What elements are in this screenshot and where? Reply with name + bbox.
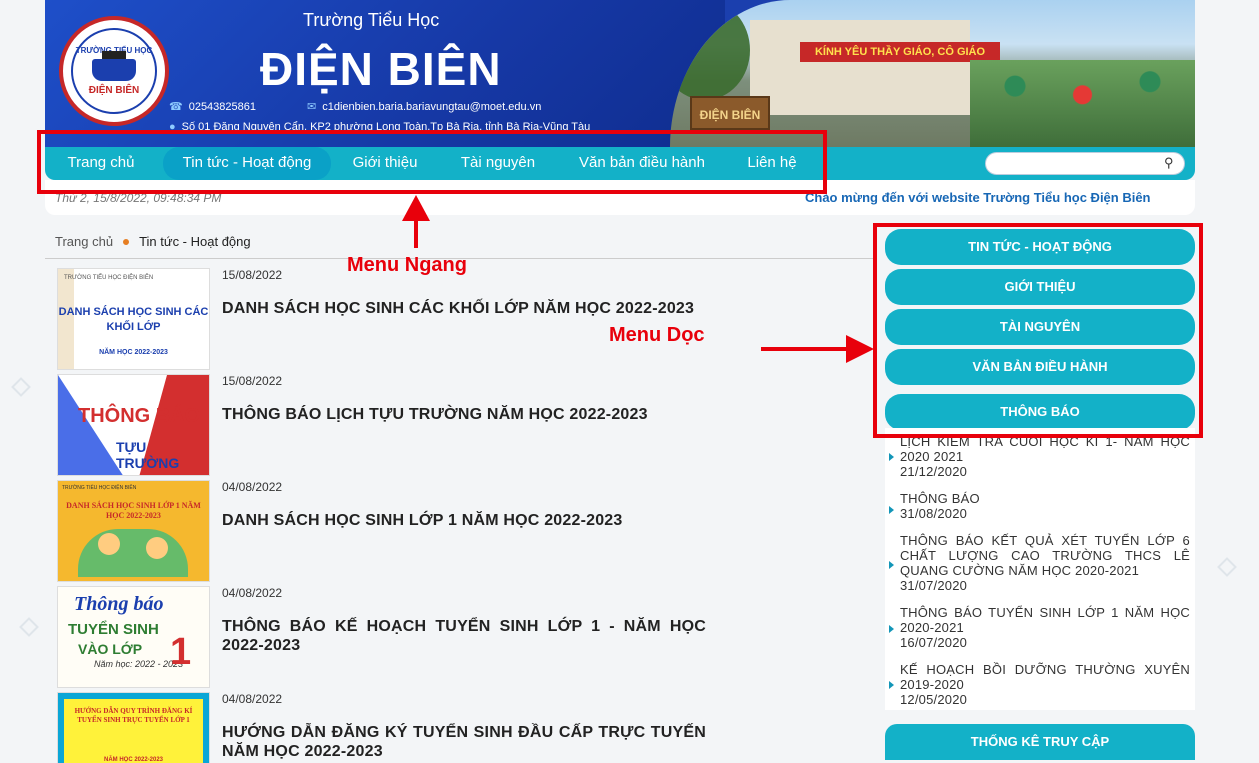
news-item[interactable]: HƯỚNG DẪN QUY TRÌNH ĐĂNG KÍ TUYỂN SINH T… bbox=[45, 688, 875, 763]
breadcrumb-current: Tin tức - Hoạt động bbox=[139, 234, 251, 249]
email-contact: ✉ c1dienbien.baria.bariavungtau@moet.edu… bbox=[307, 100, 542, 114]
search-input[interactable]: ⚲ bbox=[985, 152, 1185, 175]
site-header: KÍNH YÊU THẦY GIÁO, CÔ GIÁO ĐIỆN BIÊN TR… bbox=[45, 0, 1195, 147]
bg-decoration bbox=[1217, 557, 1237, 577]
news-thumbnail[interactable]: THÔNG BÁO TỰU TRƯỜNG bbox=[57, 374, 210, 476]
school-subtitle: Trường Tiểu Học bbox=[303, 10, 440, 30]
book-icon bbox=[92, 51, 136, 81]
notice-title[interactable]: THÔNG BÁO bbox=[900, 491, 980, 506]
phone-contact: ☎ 02543825861 bbox=[169, 100, 256, 114]
notice-item[interactable]: THÔNG BÁO TUYỂN SINH LỚP 1 NĂM HỌC 2020-… bbox=[900, 605, 1190, 650]
notice-item[interactable]: THÔNG BÁO 31/08/2020 bbox=[900, 491, 1190, 521]
thumbnail-year-text: NĂM HỌC 2022-2023 bbox=[103, 757, 164, 763]
email-icon: ✉ bbox=[307, 101, 317, 113]
arrow-right-icon bbox=[761, 347, 851, 351]
arrow-up-icon bbox=[414, 218, 418, 248]
news-title-link[interactable]: THÔNG BÁO LỊCH TỰU TRƯỜNG NĂM HỌC 2022-2… bbox=[222, 405, 706, 424]
photo-sign-text: ĐIỆN BIÊN bbox=[690, 96, 770, 130]
photo-building bbox=[750, 20, 970, 115]
bg-decoration bbox=[11, 377, 31, 397]
news-title-link[interactable]: DANH SÁCH HỌC SINH LỚP 1 NĂM HỌC 2022-20… bbox=[222, 511, 706, 530]
breadcrumb-home-link[interactable]: Trang chủ bbox=[55, 234, 113, 249]
thumbnail-illustration bbox=[146, 537, 168, 559]
annotation-menu-ngang: Menu Ngang bbox=[347, 254, 467, 276]
news-item[interactable]: TRƯỜNG TIỂU HỌC ĐIỆN BIÊN DANH SÁCH HỌC … bbox=[45, 264, 875, 370]
school-logo[interactable]: TRƯỜNG TIỂU HỌC ĐIỆN BIÊN bbox=[59, 16, 169, 126]
notice-item[interactable]: KẾ HOẠCH BỒI DƯỠNG THƯỜNG XUYÊN 2019-202… bbox=[900, 662, 1190, 707]
school-name: ĐIỆN BIÊN bbox=[260, 43, 502, 95]
logo-emblem: TRƯỜNG TIỂU HỌC ĐIỆN BIÊN bbox=[71, 28, 157, 114]
thumbnail-main-text: DANH SÁCH HỌC SINH CÁC KHỐI LỚP bbox=[58, 306, 209, 333]
notice-title[interactable]: LỊCH KIỂM TRA CUỐI HỌC KÌ 1- NĂM HỌC 202… bbox=[900, 434, 1190, 464]
logo-bottom-text: ĐIỆN BIÊN bbox=[88, 85, 140, 96]
bullet-arrow-icon bbox=[889, 561, 894, 569]
thumbnail-main-text: Thông báo bbox=[74, 593, 164, 615]
news-date: 04/08/2022 bbox=[222, 480, 283, 494]
stats-panel-header: THỐNG KÊ TRUY CẬP bbox=[885, 724, 1195, 760]
notice-date: 31/08/2020 bbox=[900, 506, 968, 521]
thumbnail-illustration bbox=[78, 529, 188, 577]
bullet-arrow-icon bbox=[889, 453, 894, 461]
thumbnail-illustration bbox=[98, 533, 120, 555]
thumbnail-main-text: HƯỚNG DẪN QUY TRÌNH ĐĂNG KÍ TUYỂN SINH T… bbox=[74, 707, 193, 724]
notice-item[interactable]: LỊCH KIỂM TRA CUỐI HỌC KÌ 1- NĂM HỌC 202… bbox=[900, 434, 1190, 479]
news-date: 04/08/2022 bbox=[222, 692, 283, 706]
phone-icon: ☎ bbox=[169, 101, 183, 113]
notice-title[interactable]: THÔNG BÁO KẾT QUẢ XÉT TUYỂN LỚP 6 CHẤT L… bbox=[900, 533, 1190, 578]
thumbnail-main-text: DANH SÁCH HỌC SINH LỚP 1 NĂM HỌC 2022-20… bbox=[66, 501, 201, 520]
thumbnail-sub-text: TUYỂN SINH bbox=[68, 621, 159, 638]
notice-date: 21/12/2020 bbox=[900, 464, 968, 479]
bullet-arrow-icon bbox=[889, 681, 894, 689]
news-item[interactable]: THÔNG BÁO TỰU TRƯỜNG 15/08/2022 THÔNG BÁ… bbox=[45, 370, 875, 476]
news-title-link[interactable]: THÔNG BÁO KẾ HOẠCH TUYỂN SINH LỚP 1 - NĂ… bbox=[222, 617, 706, 655]
news-item[interactable]: Thông báo TUYỂN SINH VÀO LỚP Năm học: 20… bbox=[45, 582, 875, 688]
thumbnail-main-text: THÔNG BÁO bbox=[78, 405, 201, 427]
thumbnail-small-text: TRƯỜNG TIỂU HỌC ĐIỆN BIÊN bbox=[62, 485, 137, 491]
photo-crowd bbox=[970, 60, 1195, 147]
highlight-box-horizontal-menu bbox=[37, 130, 827, 194]
notice-title[interactable]: THÔNG BÁO TUYỂN SINH LỚP 1 NĂM HỌC 2020-… bbox=[900, 605, 1190, 635]
welcome-marquee: Chào mừng đến với website Trường Tiểu họ… bbox=[805, 190, 1151, 205]
breadcrumb-separator-icon bbox=[123, 238, 130, 245]
bullet-arrow-icon bbox=[889, 625, 894, 633]
arrow-right-icon bbox=[846, 335, 874, 363]
bullet-arrow-icon bbox=[889, 506, 894, 514]
news-date: 15/08/2022 bbox=[222, 374, 283, 388]
thumbnail-small-text: TRƯỜNG TIỂU HỌC ĐIỆN BIÊN bbox=[64, 275, 154, 281]
news-thumbnail[interactable]: Thông báo TUYỂN SINH VÀO LỚP Năm học: 20… bbox=[57, 586, 210, 688]
notice-date: 12/05/2020 bbox=[900, 692, 968, 707]
thumbnail-year-text: NĂM HỌC 2022-2023 bbox=[99, 349, 168, 356]
notice-list: LỊCH KIỂM TRA CUỐI HỌC KÌ 1- NĂM HỌC 202… bbox=[885, 428, 1195, 710]
thumbnail-number: 1 bbox=[170, 631, 192, 673]
annotation-menu-doc: Menu Dọc bbox=[609, 324, 705, 346]
search-icon[interactable]: ⚲ bbox=[1164, 156, 1178, 170]
thumbnail-sub-text: TỰU TRƯỜNG bbox=[116, 439, 180, 471]
notice-title[interactable]: KẾ HOẠCH BỒI DƯỠNG THƯỜNG XUYÊN 2019-202… bbox=[900, 662, 1190, 692]
notice-item[interactable]: THÔNG BÁO KẾT QUẢ XÉT TUYỂN LỚP 6 CHẤT L… bbox=[900, 533, 1190, 593]
header-photo: KÍNH YÊU THẦY GIÁO, CÔ GIÁO ĐIỆN BIÊN bbox=[670, 0, 1195, 147]
thumbnail-sub-text: VÀO LỚP bbox=[78, 641, 143, 657]
photo-banner-text: KÍNH YÊU THẦY GIÁO, CÔ GIÁO bbox=[800, 42, 1000, 62]
notice-date: 31/07/2020 bbox=[900, 578, 968, 593]
news-thumbnail[interactable]: TRƯỜNG TIỂU HỌC ĐIỆN BIÊN DANH SÁCH HỌC … bbox=[57, 268, 210, 370]
news-thumbnail[interactable]: HƯỚNG DẪN QUY TRÌNH ĐĂNG KÍ TUYỂN SINH T… bbox=[57, 692, 210, 763]
news-thumbnail[interactable]: TRƯỜNG TIỂU HỌC ĐIỆN BIÊN DANH SÁCH HỌC … bbox=[57, 480, 210, 582]
bg-decoration bbox=[19, 617, 39, 637]
thumbnail-panel: HƯỚNG DẪN QUY TRÌNH ĐĂNG KÍ TUYỂN SINH T… bbox=[64, 699, 203, 763]
news-date: 04/08/2022 bbox=[222, 586, 283, 600]
photo-tree bbox=[670, 0, 750, 100]
news-title-link[interactable]: HƯỚNG DẪN ĐĂNG KÝ TUYỂN SINH ĐẦU CẤP TRỰ… bbox=[222, 723, 706, 761]
phone-text: 02543825861 bbox=[188, 100, 256, 113]
notice-date: 16/07/2020 bbox=[900, 635, 968, 650]
news-date: 15/08/2022 bbox=[222, 268, 283, 282]
news-item[interactable]: TRƯỜNG TIỂU HỌC ĐIỆN BIÊN DANH SÁCH HỌC … bbox=[45, 476, 875, 582]
news-title-link[interactable]: DANH SÁCH HỌC SINH CÁC KHỐI LỚP NĂM HỌC … bbox=[222, 299, 706, 318]
email-text: c1dienbien.baria.bariavungtau@moet.edu.v… bbox=[322, 100, 542, 113]
breadcrumb: Trang chủ Tin tức - Hoạt động bbox=[55, 234, 251, 249]
highlight-box-vertical-menu bbox=[873, 223, 1203, 438]
